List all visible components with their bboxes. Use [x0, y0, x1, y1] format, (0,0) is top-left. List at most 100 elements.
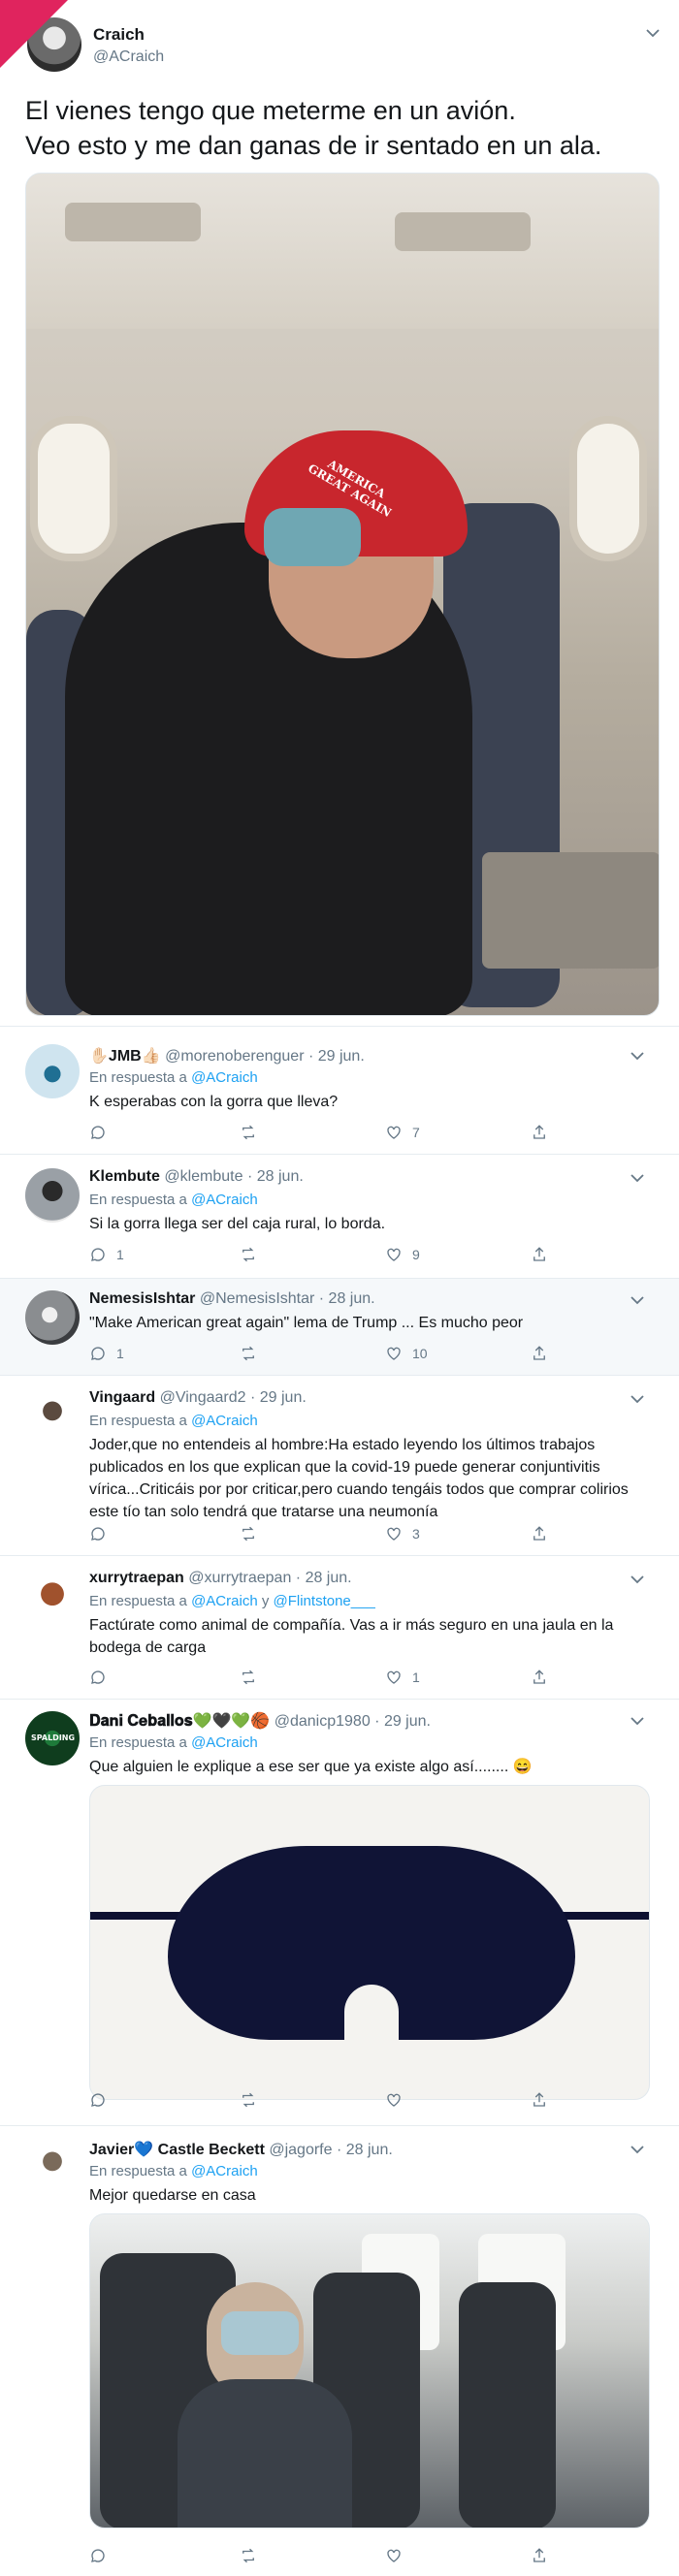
reply-text: Si la gorra llega ser del caja rural, lo…	[89, 1216, 386, 1232]
retweet-button[interactable]	[240, 1523, 257, 1544]
reply-button[interactable]	[89, 2089, 107, 2111]
reply-avatar[interactable]	[25, 1290, 80, 1345]
like-button[interactable]: 10	[385, 1343, 428, 1364]
action-bar: 3	[89, 1523, 555, 1544]
reply-author[interactable]: Vingaard @Vingaard2 · 29 jun.	[89, 1389, 307, 1407]
reply-author[interactable]: Klembute @klembute · 28 jun.	[89, 1168, 304, 1186]
tweet-text: El vienes tengo que meterme en un avión.…	[25, 93, 656, 163]
reply-tweet[interactable]: Vingaard @Vingaard2 · 29 jun. En respues…	[0, 1375, 679, 1555]
mention-link[interactable]: @ACraich	[191, 1593, 258, 1609]
retweet-button[interactable]	[240, 1244, 257, 1265]
chevron-down-icon[interactable]	[646, 25, 660, 41]
reply-avatar[interactable]	[25, 1570, 80, 1624]
reply-avatar[interactable]	[25, 2140, 80, 2194]
reply-author[interactable]: NemesisIshtar @NemesisIshtar · 28 jun.	[89, 1290, 375, 1308]
retweet-button[interactable]	[240, 2089, 257, 2111]
chevron-down-icon[interactable]	[630, 1292, 644, 1308]
like-button[interactable]: 7	[385, 1122, 420, 1143]
reply-author[interactable]: xurrytraepan @xurrytraepan · 28 jun.	[89, 1570, 352, 1587]
share-button[interactable]	[531, 2089, 548, 2111]
mention-link[interactable]: @ACraich	[191, 1069, 258, 1086]
share-icon	[534, 2548, 545, 2562]
reply-icon	[91, 1126, 105, 1139]
reply-text: "Make American great again" lema de Trum…	[89, 1315, 524, 1331]
retweet-button[interactable]	[240, 1343, 257, 1364]
like-button[interactable]	[385, 2545, 403, 2566]
mention-link[interactable]: @ACraich	[191, 1413, 258, 1429]
reply-button[interactable]: 1	[89, 1343, 124, 1364]
author-handle[interactable]: @ACraich	[93, 48, 164, 66]
share-button[interactable]	[531, 1667, 548, 1688]
like-count: 9	[412, 1247, 420, 1262]
heart-icon	[387, 2549, 401, 2562]
chevron-down-icon[interactable]	[630, 1713, 644, 1729]
reply-button[interactable]: 1	[89, 1244, 124, 1265]
reply-tweet[interactable]: Klembute @klembute · 28 jun. En respuest…	[0, 1154, 679, 1278]
retweet-icon	[242, 1670, 254, 1685]
tweet-photo-airplane[interactable]: AMERICA GREAT AGAIN	[25, 173, 660, 1016]
reply-tweet[interactable]: ✋🏻JMB👍🏻 @morenoberenguer · 29 jun. En re…	[0, 1026, 679, 1154]
retweet-button[interactable]	[240, 1122, 257, 1143]
reply-text: K esperabas con la gorra que lleva?	[89, 1094, 339, 1110]
like-button[interactable]: 9	[385, 1244, 420, 1265]
share-button[interactable]	[531, 1523, 548, 1544]
reply-avatar[interactable]	[25, 1168, 80, 1223]
mention-link[interactable]: @ACraich	[191, 2163, 258, 2179]
chevron-down-icon[interactable]	[630, 1048, 644, 1064]
like-count: 1	[412, 1670, 420, 1685]
author-name[interactable]: Craich	[93, 25, 145, 45]
reply-author[interactable]: ✋🏻JMB👍🏻 @morenoberenguer · 29 jun.	[89, 1046, 365, 1065]
like-button[interactable]	[385, 2089, 403, 2111]
reply-tweet[interactable]: xurrytraepan @xurrytraepan · 28 jun. En …	[0, 1555, 679, 1699]
reply-button[interactable]	[89, 1122, 107, 1143]
like-count: 7	[412, 1125, 420, 1140]
reply-icon	[91, 2093, 105, 2107]
reply-button[interactable]	[89, 2545, 107, 2566]
chevron-down-icon[interactable]	[630, 1572, 644, 1587]
reply-avatar[interactable]	[25, 1389, 80, 1444]
like-button[interactable]: 1	[385, 1667, 420, 1688]
share-button[interactable]	[531, 1343, 548, 1364]
retweet-button[interactable]	[240, 1667, 257, 1688]
chevron-down-icon[interactable]	[630, 1391, 644, 1407]
retweet-icon	[242, 2092, 254, 2108]
mention-link[interactable]: @ACraich	[191, 1192, 258, 1208]
heart-icon	[387, 1347, 401, 1360]
reply-tweet[interactable]: SPALDING 𝐃𝐚𝐧𝐢 𝐂𝐞𝐛𝐚𝐥𝐥𝐨𝐬💚🖤💚🏀 @danicp1980 ·…	[0, 1699, 679, 2125]
train-seat	[459, 2282, 556, 2528]
reply-icon	[91, 2549, 105, 2562]
reply-author[interactable]: Javier💙 Castle Beckett @jagorfe · 28 jun…	[89, 2140, 393, 2159]
share-button[interactable]	[531, 2545, 548, 2566]
share-button[interactable]	[531, 1122, 548, 1143]
reply-avatar[interactable]: SPALDING	[25, 1711, 80, 1765]
like-button[interactable]: 3	[385, 1523, 420, 1544]
action-bar	[89, 2089, 555, 2111]
mention-link[interactable]: @Flintstone___	[274, 1593, 375, 1609]
heart-icon	[387, 1126, 401, 1139]
cabin-window	[569, 416, 647, 561]
in-reply-to: En respuesta a @ACraich	[89, 1069, 258, 1086]
chevron-down-icon[interactable]	[630, 1170, 644, 1186]
share-icon	[534, 1346, 545, 1360]
chevron-down-icon[interactable]	[630, 2142, 644, 2157]
reply-button[interactable]	[89, 1523, 107, 1544]
reply-button[interactable]	[89, 1667, 107, 1688]
mention-link[interactable]: @ACraich	[191, 1734, 258, 1751]
reply-author[interactable]: 𝐃𝐚𝐧𝐢 𝐂𝐞𝐛𝐚𝐥𝐥𝐨𝐬💚🖤💚🏀 @danicp1980 · 29 jun.	[89, 1711, 431, 1731]
reply-tweet[interactable]: NemesisIshtar @NemesisIshtar · 28 jun. "…	[0, 1278, 679, 1375]
retweet-button[interactable]	[240, 2545, 257, 2566]
air-vent	[65, 203, 201, 241]
reply-icon	[91, 1670, 105, 1684]
heart-icon	[387, 1527, 401, 1541]
reply-tweet[interactable]: Javier💙 Castle Beckett @jagorfe · 28 jun…	[0, 2125, 679, 2576]
action-bar	[89, 2545, 555, 2566]
retweet-icon	[242, 1247, 254, 1262]
reply-photo-train[interactable]	[89, 2213, 650, 2528]
in-reply-to: En respuesta a @ACraich	[89, 1192, 258, 1208]
reply-count: 1	[116, 1247, 124, 1262]
in-reply-to: En respuesta a @ACraich	[89, 2163, 258, 2179]
reply-avatar[interactable]	[25, 1044, 80, 1098]
share-button[interactable]	[531, 1244, 548, 1265]
reply-photo-sleep-mask[interactable]	[89, 1785, 650, 2100]
retweet-icon	[242, 2548, 254, 2563]
